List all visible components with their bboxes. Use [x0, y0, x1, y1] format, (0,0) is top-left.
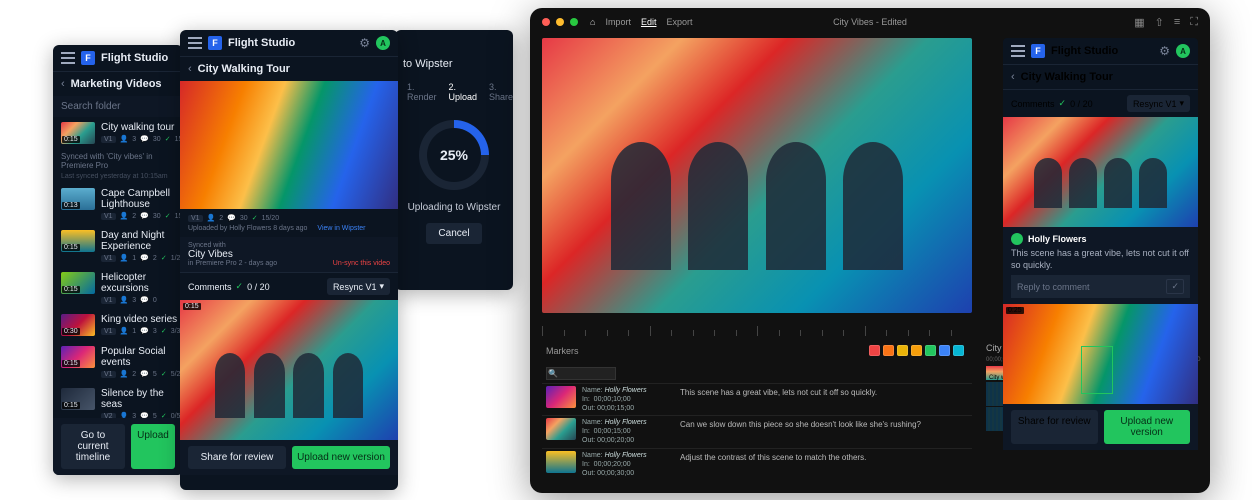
- share-button[interactable]: Share for review: [1011, 410, 1098, 444]
- app-title: Flight Studio: [101, 52, 168, 64]
- app-title: Flight Studio: [1051, 45, 1118, 57]
- upload-title: to Wipster: [403, 58, 453, 70]
- menu-icon[interactable]: [1011, 45, 1025, 57]
- app-logo: F: [81, 51, 95, 65]
- breadcrumb: Marketing Videos: [71, 78, 162, 90]
- marker-row[interactable]: Name: Holly FlowersIn: 00;00;20;00Out: 0…: [542, 448, 972, 480]
- upload-status: Uploading to Wipster: [395, 202, 513, 213]
- side-preview[interactable]: [1003, 117, 1198, 227]
- unsync-link[interactable]: Un-sync this video: [333, 260, 390, 267]
- duration-badge: 0:15: [62, 136, 80, 143]
- menu-edit[interactable]: Edit: [641, 17, 657, 27]
- reply-input[interactable]: Reply to comment: [1017, 282, 1090, 292]
- avatar[interactable]: A: [1176, 44, 1190, 58]
- marker-row[interactable]: Name: Holly FlowersIn: 00;00;15;00Out: 0…: [542, 415, 972, 447]
- list-item[interactable]: 0:15 City walking tour V1👤3💬30✓15/20: [53, 117, 183, 149]
- grid-icon[interactable]: ▦: [1134, 16, 1144, 29]
- list-item[interactable]: 0:13 Cape Campbell Lighthouse V1👤2💬30✓15…: [53, 183, 183, 225]
- markers-search[interactable]: [546, 367, 616, 380]
- menu-icon[interactable]: [188, 37, 202, 49]
- view-in-wipster-link[interactable]: View in Wipster: [317, 225, 365, 232]
- author-avatar: [1011, 233, 1023, 245]
- progress-donut: 25%: [419, 120, 489, 190]
- home-icon[interactable]: ⌂: [590, 17, 595, 27]
- app-logo: F: [208, 36, 222, 50]
- marker-color-dot[interactable]: [897, 345, 908, 356]
- list-item[interactable]: 0:15 Popular Social events V1👤2💬5✓5/20: [53, 341, 183, 383]
- step-render: 1. Render: [407, 82, 437, 102]
- window-controls[interactable]: [542, 18, 578, 26]
- timeline-ruler[interactable]: [542, 320, 972, 336]
- send-reply-button[interactable]: ✓: [1166, 279, 1184, 294]
- step-upload: 2. Upload: [449, 82, 478, 102]
- fullscreen-icon[interactable]: ⛶: [1190, 16, 1198, 29]
- comment-author: Holly Flowers: [1028, 234, 1087, 244]
- avatar[interactable]: A: [376, 36, 390, 50]
- back-icon[interactable]: ‹: [188, 63, 192, 75]
- markers-panel: Markers Name: Holly FlowersIn: 00;00;10;…: [542, 340, 972, 480]
- menu-import[interactable]: Import: [605, 17, 631, 27]
- list-item[interactable]: 0:15 Day and Night Experience V1👤1💬2✓1/2: [53, 225, 183, 267]
- menu-export[interactable]: Export: [666, 17, 692, 27]
- gear-icon[interactable]: ⚙: [1159, 44, 1170, 58]
- sync-sub: Last synced yesterday at 10:15am: [53, 173, 183, 183]
- cancel-button[interactable]: Cancel: [426, 223, 481, 244]
- menu-icon[interactable]: [61, 52, 75, 64]
- detail-title: City Walking Tour: [198, 63, 290, 75]
- annotation-box[interactable]: [1081, 346, 1113, 394]
- project-title: City Vibes - Edited: [833, 17, 907, 27]
- share-button[interactable]: Share for review: [188, 446, 286, 469]
- back-icon[interactable]: ‹: [61, 78, 65, 90]
- side-title: City Walking Tour: [1021, 71, 1113, 83]
- synced-project: City Vibes: [188, 249, 390, 260]
- marker-color-dot[interactable]: [883, 345, 894, 356]
- gear-icon[interactable]: ⚙: [359, 36, 370, 50]
- item-title: City walking tour: [101, 122, 183, 133]
- marker-color-filter[interactable]: [865, 343, 968, 358]
- chevron-down-icon: ▾: [1179, 98, 1184, 109]
- progress-percent: 25%: [440, 147, 468, 163]
- search-input[interactable]: Search folder: [53, 96, 183, 117]
- resync-button[interactable]: Resync V1▾: [1127, 95, 1190, 112]
- sync-note: Synced with 'City vibes' in Premiere Pro: [53, 149, 183, 173]
- marker-row[interactable]: Name: Holly FlowersIn: 00;00;10;00Out: 0…: [542, 383, 972, 415]
- marker-color-dot[interactable]: [925, 345, 936, 356]
- list-item[interactable]: 0:15 Helicopter excursions V1👤3💬0: [53, 267, 183, 309]
- sliders-icon[interactable]: ≡: [1174, 16, 1180, 29]
- resync-button[interactable]: Resync V1▾: [327, 278, 390, 295]
- marker-color-dot[interactable]: [869, 345, 880, 356]
- upload-version-button[interactable]: Upload new version: [292, 446, 390, 469]
- app-title: Flight Studio: [228, 37, 295, 49]
- back-icon[interactable]: ‹: [1011, 71, 1015, 83]
- upload-version-button[interactable]: Upload new version: [1104, 410, 1191, 444]
- flight-studio-sidebar: F Flight Studio ⚙ A ‹ City Walking Tour …: [1003, 38, 1198, 450]
- go-timeline-button[interactable]: Go to current timeline: [61, 424, 125, 469]
- annotation-preview[interactable]: 0:25: [1003, 304, 1198, 404]
- video-preview[interactable]: [180, 81, 398, 209]
- comment-text: This scene has a great vibe, lets not cu…: [1011, 248, 1190, 271]
- app-logo: F: [1031, 44, 1045, 58]
- share-icon[interactable]: ⇧: [1155, 16, 1164, 29]
- program-monitor[interactable]: [542, 38, 972, 313]
- chevron-down-icon: ▾: [379, 281, 384, 292]
- marker-color-dot[interactable]: [953, 345, 964, 356]
- upload-button[interactable]: Upload: [131, 424, 175, 469]
- list-item[interactable]: 0:30 King video series V1👤1💬3✓3/3: [53, 309, 183, 341]
- marker-color-dot[interactable]: [911, 345, 922, 356]
- comments-label: Comments✓0 / 20: [188, 281, 270, 292]
- comment-preview[interactable]: 0:15: [180, 300, 398, 440]
- step-share: 3. Share: [489, 82, 513, 102]
- markers-label: Markers: [546, 346, 579, 356]
- marker-color-dot[interactable]: [939, 345, 950, 356]
